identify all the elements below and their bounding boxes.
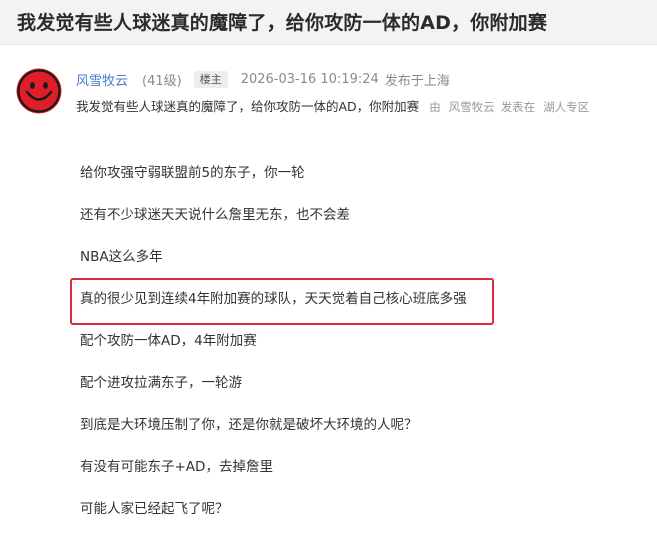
body-line: NBA这么多年 xyxy=(80,249,163,265)
post-timestamp: 2026-03-16 10:19:24 xyxy=(240,71,379,87)
smiley-face-icon xyxy=(16,68,62,114)
summary-by-prefix: 由 xyxy=(429,100,441,114)
body-line: 可能人家已经起飞了呢？ xyxy=(80,501,229,517)
author-meta: 风雪牧云 (41级) 楼主 2026-03-16 10:19:24 发布于上海 xyxy=(76,69,450,89)
post-summary: 我发觉有些人球迷真的魔障了，给你攻防一体的AD，你附加赛 由 风雪牧云 发表在 … xyxy=(76,96,589,114)
title-bar: 我发觉有些人球迷真的魔障了，给你攻防一体的AD，你附加赛 xyxy=(0,0,657,45)
body-line: 到底是大环境压制了你，还是你就是破坏大环境的人呢？ xyxy=(80,417,418,433)
author-level: (41级) xyxy=(142,73,182,89)
forum-link[interactable]: 湖人专区 xyxy=(543,99,589,115)
body-line: 给你攻强守弱联盟前5的东子，你一轮 xyxy=(80,165,305,181)
body-line: 配个攻防一体AD，4年附加赛 xyxy=(80,333,257,349)
highlight-box xyxy=(70,278,494,325)
body-line: 配个进攻拉满东子，一轮游 xyxy=(80,375,242,391)
avatar[interactable] xyxy=(16,68,62,114)
post-location: 发布于上海 xyxy=(384,73,450,89)
post-page: 我发觉有些人球迷真的魔障了，给你攻防一体的AD，你附加赛 风雪牧云 (41级) … xyxy=(0,0,657,537)
post-title: 我发觉有些人球迷真的魔障了，给你攻防一体的AD，你附加赛 xyxy=(17,12,548,34)
body-line: 有没有可能东子+AD，去掉詹里 xyxy=(80,459,273,475)
op-badge: 楼主 xyxy=(193,70,228,88)
summary-published-in: 发表在 xyxy=(500,100,536,114)
body-line: 还有不少球迷天天说什么詹里无东，也不会差 xyxy=(80,207,350,223)
summary-title: 我发觉有些人球迷真的魔障了，给你攻防一体的AD，你附加赛 xyxy=(76,99,420,114)
author-username[interactable]: 风雪牧云 xyxy=(76,70,128,89)
summary-author-link[interactable]: 风雪牧云 xyxy=(449,99,495,115)
